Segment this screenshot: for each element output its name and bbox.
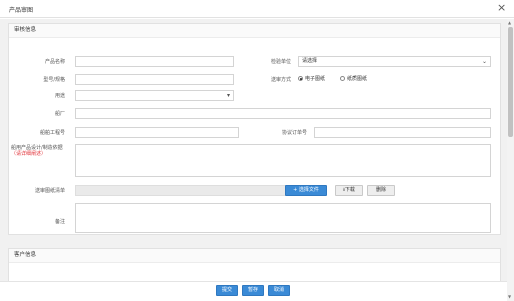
dialog-footer: 提交 暂存 取消 xyxy=(0,281,507,301)
product-name-input[interactable] xyxy=(75,56,234,67)
customer-info-header: 客户信息 xyxy=(9,249,500,263)
drawing-file-bar xyxy=(75,185,291,196)
download-button[interactable]: ⭳下载 xyxy=(335,185,363,196)
remarks-label: 备注 xyxy=(54,219,65,225)
radio-paper-label: 纸质图纸 xyxy=(347,76,368,82)
contract-no-input[interactable] xyxy=(314,127,491,138)
product-name-label: 产品名称 xyxy=(44,59,65,65)
customer-info-section: 客户信息 xyxy=(8,248,501,281)
purpose-select[interactable]: ▾ xyxy=(75,90,234,101)
submit-button[interactable]: 提交 xyxy=(216,285,238,296)
shipyard-label: 船厂 xyxy=(54,111,65,117)
scrollbar[interactable]: ▲ ▼ xyxy=(507,19,514,301)
select-file-label: 选择文件 xyxy=(298,187,319,193)
design-doc-hint: （请详细阐述） xyxy=(11,151,47,157)
inspection-unit-select[interactable]: 请选择 ⌄ xyxy=(298,56,491,67)
scroll-down-icon[interactable]: ▼ xyxy=(508,294,511,299)
shipyard-input[interactable] xyxy=(75,108,491,119)
dialog-titlebar: 产品审图 × xyxy=(0,0,514,18)
design-doc-label: 船用产品设计/制造依据（请详细阐述） xyxy=(11,145,71,157)
drawing-list-label: 送审图纸清单 xyxy=(34,188,65,194)
delete-button[interactable]: 删除 xyxy=(367,185,395,196)
download-label: 下载 xyxy=(344,187,355,193)
inspection-unit-value: 请选择 xyxy=(302,58,318,64)
remarks-textarea[interactable] xyxy=(75,203,491,233)
design-doc-textarea[interactable] xyxy=(75,144,491,177)
audit-info-header: 审核信息 xyxy=(9,24,500,38)
hull-no-label: 船舶工程号 xyxy=(39,130,65,136)
dialog-title: 产品审图 xyxy=(9,7,34,14)
audit-info-section: 审核信息 产品名称 检验单位 请选择 ⌄ 型号/规格 送审方式 电子图纸 纸质图… xyxy=(8,23,501,235)
scroll-up-icon[interactable]: ▲ xyxy=(508,20,511,25)
purpose-label: 用途 xyxy=(54,93,65,99)
radio-dot-selected xyxy=(298,76,303,81)
hull-no-input[interactable] xyxy=(75,127,239,138)
plus-icon: + xyxy=(293,187,298,193)
close-icon[interactable]: × xyxy=(497,2,506,14)
scrollbar-thumb[interactable] xyxy=(508,27,513,137)
radio-electronic-drawing[interactable]: 电子图纸 xyxy=(298,75,325,82)
dialog-content: 审核信息 产品名称 检验单位 请选择 ⌄ 型号/规格 送审方式 电子图纸 纸质图… xyxy=(0,19,507,281)
inspection-unit-label: 检验单位 xyxy=(270,59,291,65)
select-file-button[interactable]: + 选择文件 xyxy=(285,185,327,196)
cancel-button[interactable]: 取消 xyxy=(268,285,290,296)
radio-electronic-label: 电子图纸 xyxy=(305,76,326,82)
radio-dot xyxy=(340,76,345,81)
chevron-down-icon: ⌄ xyxy=(481,58,487,65)
contract-no-label: 协议订单号 xyxy=(281,130,307,136)
submit-method-label: 送审方式 xyxy=(270,77,291,83)
radio-paper-drawing[interactable]: 纸质图纸 xyxy=(340,75,367,82)
save-draft-button[interactable]: 暂存 xyxy=(242,285,264,296)
model-spec-input[interactable] xyxy=(75,74,234,85)
model-spec-label: 型号/规格 xyxy=(43,77,65,83)
delete-label: 删除 xyxy=(375,187,386,193)
caret-down-icon: ▾ xyxy=(226,92,230,99)
